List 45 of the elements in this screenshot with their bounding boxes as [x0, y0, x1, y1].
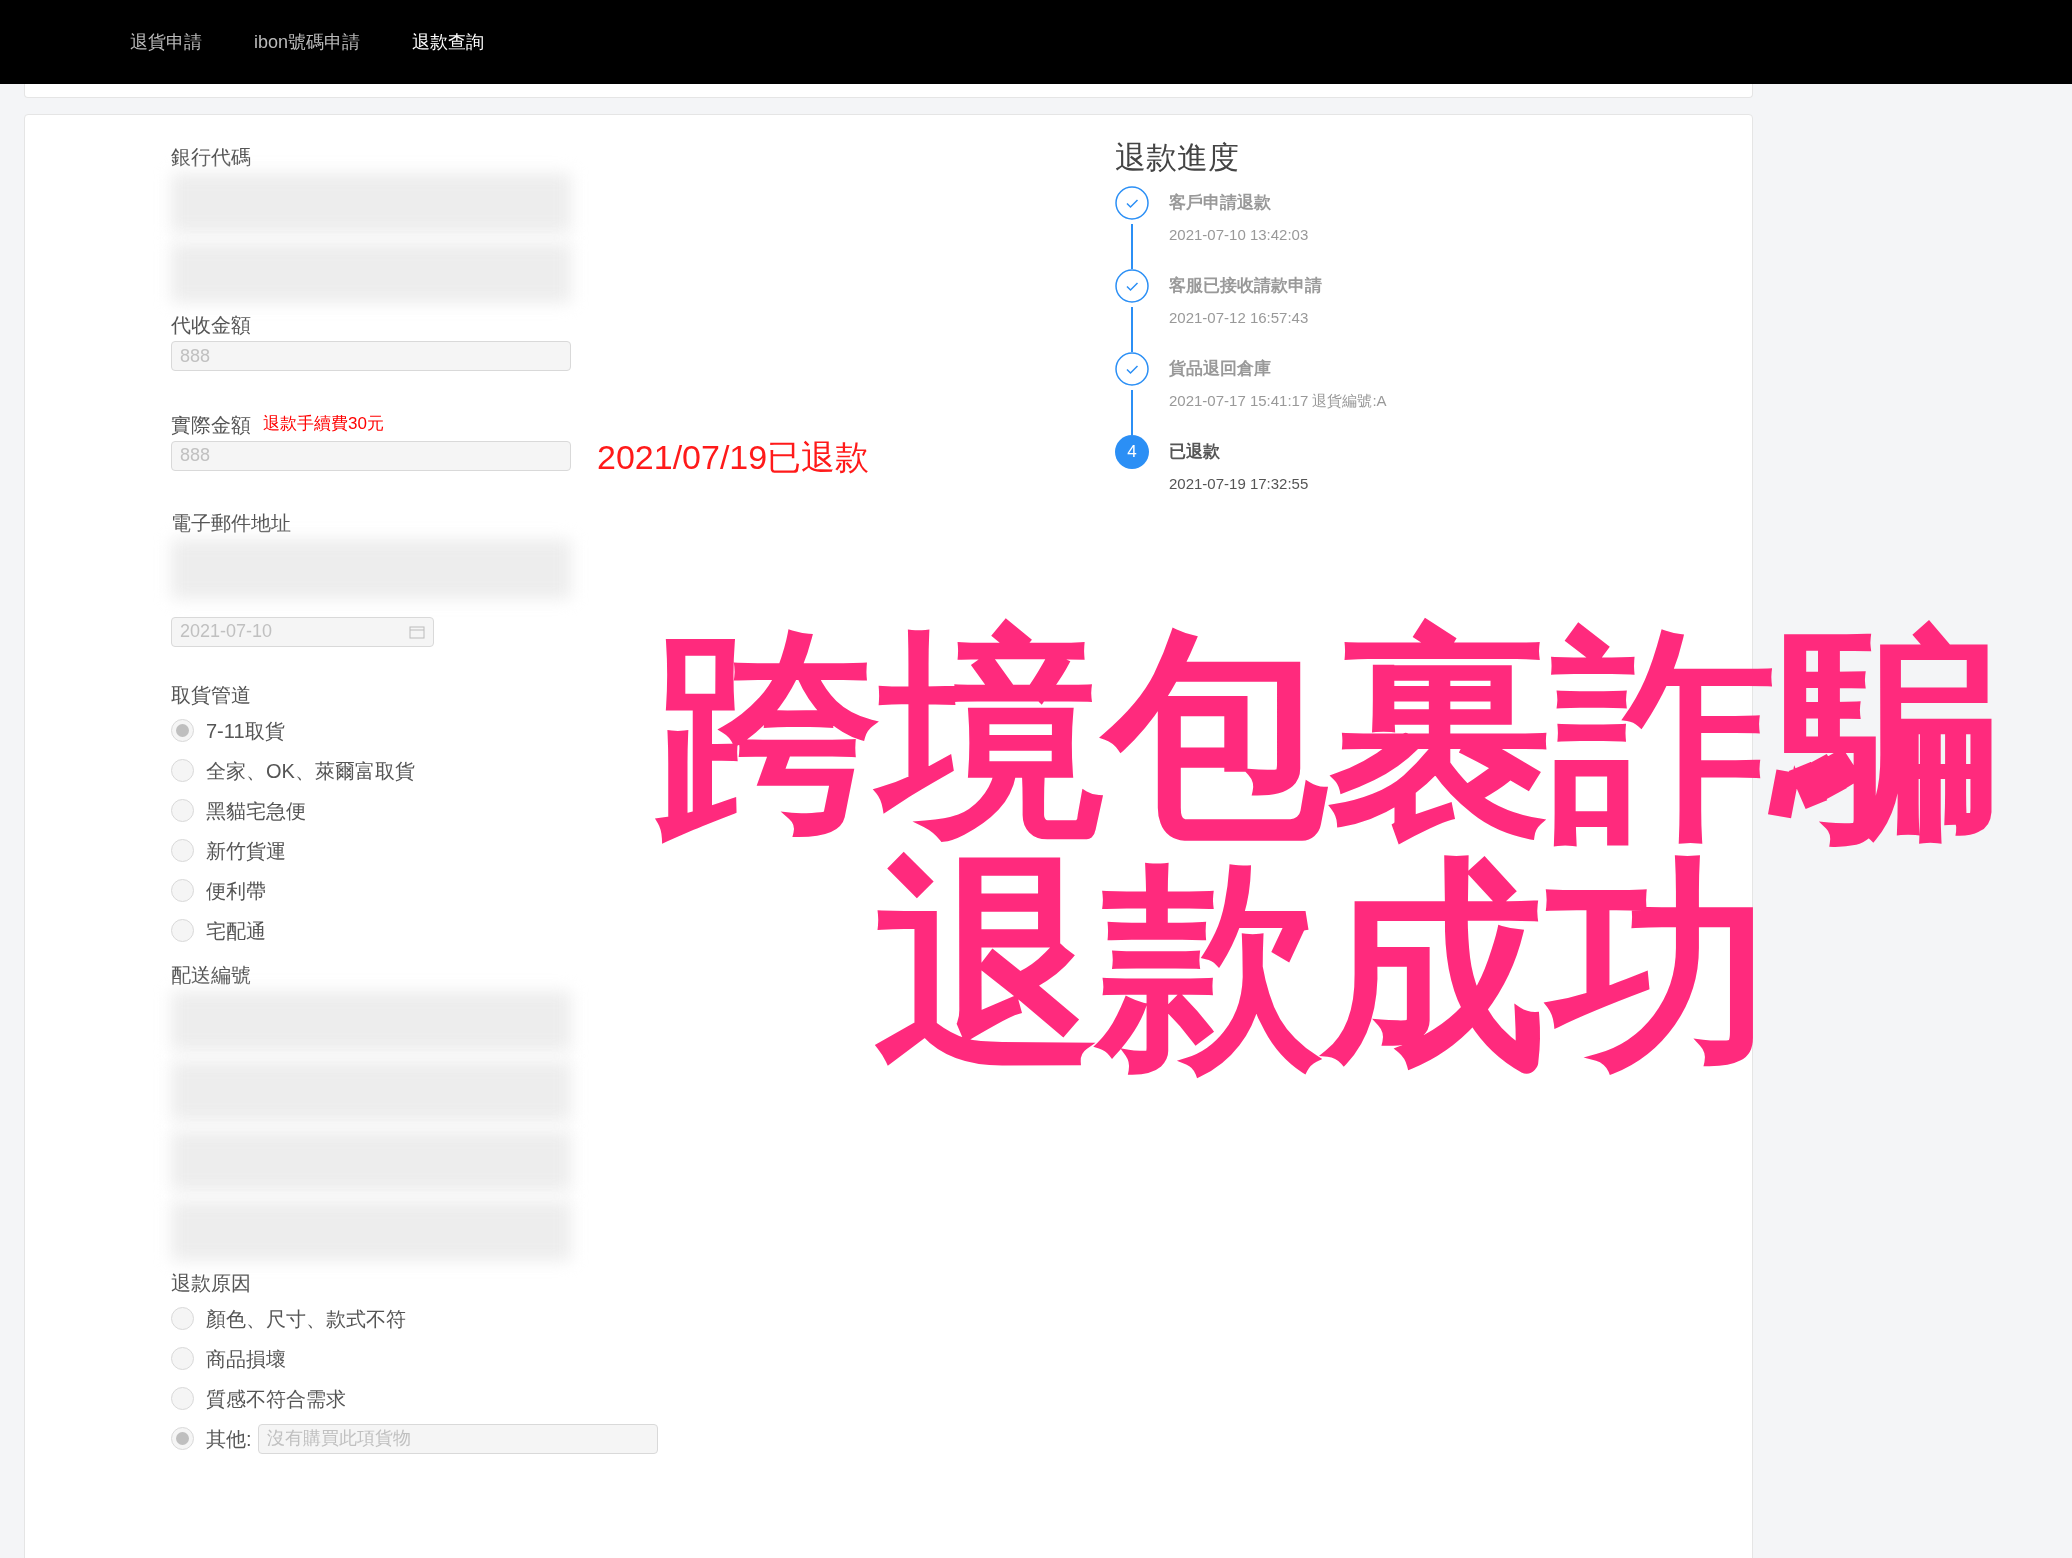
radio-button[interactable] — [171, 1307, 194, 1330]
headline-text: 退款成功 — [874, 850, 1770, 1080]
step-time: 2021-07-10 13:42:03 — [1169, 224, 1309, 245]
step-time: 2021-07-19 17:32:55 — [1169, 473, 1309, 494]
field-label: 實際金額 — [171, 412, 251, 437]
radio-button[interactable] — [171, 879, 194, 902]
radio-button[interactable] — [171, 719, 194, 742]
radio-button[interactable] — [171, 1347, 194, 1370]
step-title: 客戶申請退款 — [1169, 191, 1272, 214]
field-label: 銀行代碼 — [171, 145, 252, 169]
radio-label: 宅配通 — [206, 918, 266, 944]
step-title: 已退款 — [1169, 440, 1221, 463]
calendar-icon — [409, 624, 425, 639]
nav-tab[interactable]: 退貨申請 — [130, 28, 202, 56]
nav-tab[interactable]: 退款查詢 — [412, 28, 485, 56]
field-label: 代收金額 — [171, 313, 251, 337]
fee-note: 退款手續費30元 — [263, 413, 384, 435]
radio-label: 質感不符合需求 — [206, 1386, 346, 1412]
field-label: 電子郵件地址 — [171, 510, 292, 535]
radio-label: 顏色、尺寸、款式不符 — [206, 1306, 406, 1332]
radio-button[interactable] — [171, 1387, 194, 1410]
radio-button[interactable] — [171, 1427, 194, 1450]
radio-label: 新竹貨運 — [206, 838, 286, 864]
radio-label: 7-11取貨 — [206, 718, 285, 744]
step-time: 2021-07-17 15:41:17 退貨編號:A — [1169, 390, 1387, 411]
field-label: 配送編號 — [171, 962, 252, 987]
step-title: 貨品退回倉庫 — [1169, 357, 1272, 380]
radio-label: 黑貓宅急便 — [206, 798, 306, 824]
field-label: 取貨管道 — [171, 682, 252, 707]
radio-button[interactable] — [171, 799, 194, 822]
radio-label: 其他: — [206, 1426, 252, 1452]
progress-title: 退款進度 — [1115, 139, 1240, 177]
step-number: 4 — [1115, 434, 1149, 469]
radio-button[interactable] — [171, 759, 194, 782]
refund-note: 2021/07/19已退款 — [597, 437, 870, 478]
nav-tab[interactable]: ibon號碼申請 — [254, 28, 361, 56]
radio-label: 全家、OK、萊爾富取貨 — [206, 758, 415, 784]
radio-label: 商品損壞 — [206, 1346, 286, 1372]
headline-text: 跨境包裹詐騙 — [656, 620, 2000, 850]
radio-button[interactable] — [171, 919, 194, 942]
radio-label: 便利帶 — [206, 878, 266, 904]
step-title: 客服已接收請款申請 — [1169, 274, 1322, 297]
field-label: 退款原因 — [171, 1270, 252, 1295]
radio-button[interactable] — [171, 839, 194, 862]
step-time: 2021-07-12 16:57:43 — [1169, 307, 1310, 328]
